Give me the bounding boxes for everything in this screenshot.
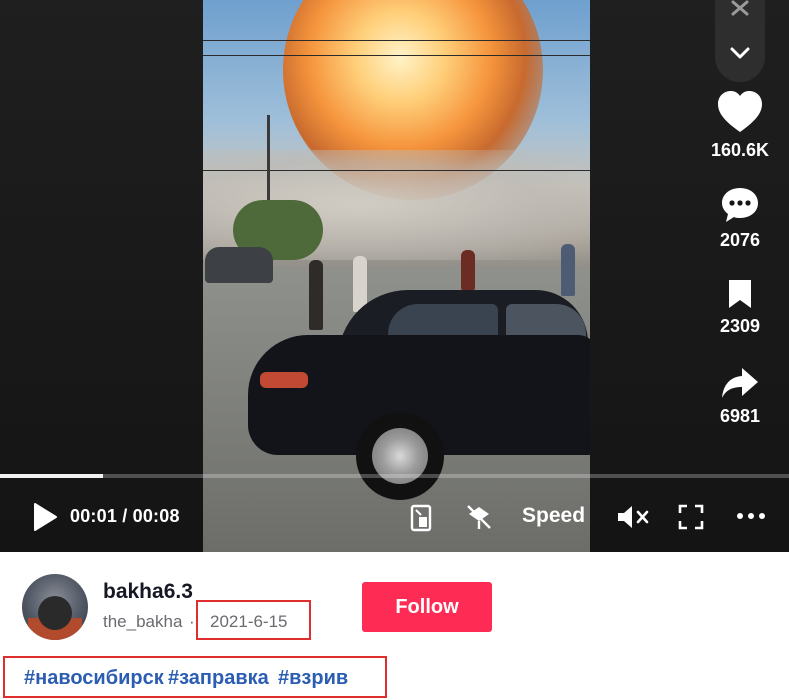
black-sedan	[248, 290, 590, 500]
player-controls: 00:01 / 00:08 Speed	[0, 478, 789, 552]
follow-button[interactable]: Follow	[362, 582, 492, 632]
fullscreen-icon[interactable]	[678, 504, 704, 530]
bookmark-icon[interactable]	[725, 278, 755, 310]
person	[561, 244, 575, 296]
post-date: 2021-6-15	[210, 612, 288, 631]
share-action[interactable]: 6981	[700, 366, 780, 427]
power-line	[203, 55, 590, 56]
navigation-pill	[715, 0, 765, 82]
bookmark-action[interactable]: 2309	[700, 278, 780, 337]
author-username[interactable]: bakha6.3	[103, 580, 193, 604]
mute-icon[interactable]	[616, 504, 650, 530]
action-bar: 160.6K 2076 2309 6981	[700, 0, 780, 470]
video-frame[interactable]	[203, 0, 590, 552]
hashtag-link[interactable]: #навосибирск	[24, 667, 164, 690]
video-player[interactable]: 160.6K 2076 2309 6981 00:01 / 00:08 Spee…	[0, 0, 789, 552]
share-icon[interactable]	[720, 366, 760, 400]
no-drone-icon[interactable]	[464, 502, 494, 532]
hashtags-highlight: #навосибирск #заправка #взрив	[3, 656, 387, 698]
separator: ·	[189, 612, 195, 631]
heart-icon[interactable]	[716, 90, 764, 134]
street-pole	[267, 115, 270, 205]
more-icon[interactable]	[736, 512, 766, 520]
play-icon[interactable]	[32, 502, 58, 532]
bookmark-count: 2309	[719, 316, 761, 336]
person	[461, 250, 475, 290]
time-display: 00:01 / 00:08	[70, 506, 180, 526]
like-action[interactable]: 160.6K	[700, 90, 780, 161]
play-button[interactable]	[30, 500, 60, 534]
comment-icon[interactable]	[720, 186, 760, 224]
share-count: 6981	[719, 406, 761, 426]
avatar[interactable]	[22, 574, 88, 640]
parked-car	[205, 247, 273, 283]
video-info: bakha6.3 the_bakha · 2021-6-15 Follow #н…	[0, 552, 789, 700]
like-count: 160.6K	[710, 140, 770, 160]
author-nickname[interactable]: the_bakha	[103, 612, 182, 632]
hashtag-link[interactable]: #взрив	[278, 667, 348, 690]
speed-button[interactable]: Speed	[522, 504, 585, 528]
player-backdrop-left	[0, 0, 203, 552]
power-line	[203, 170, 590, 171]
chevron-down-icon[interactable]	[728, 46, 752, 62]
comment-count: 2076	[719, 230, 761, 250]
comment-action[interactable]: 2076	[700, 186, 780, 251]
date-highlight: 2021-6-15	[196, 600, 311, 640]
power-line	[203, 40, 590, 41]
close-icon[interactable]	[729, 0, 751, 16]
pip-icon[interactable]	[410, 504, 432, 532]
hashtag-link[interactable]: #заправка	[168, 667, 269, 690]
